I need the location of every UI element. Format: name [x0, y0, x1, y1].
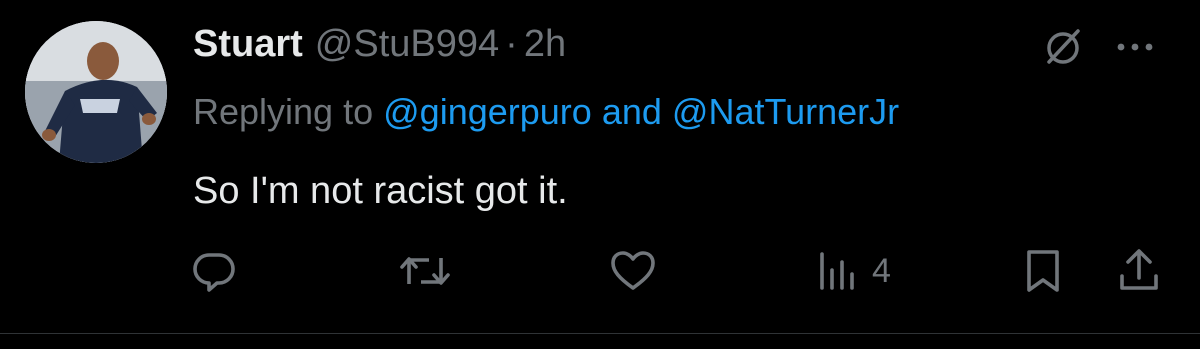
- mention-link[interactable]: @gingerpuro: [383, 91, 592, 132]
- tweet-text: So I'm not racist got it.: [193, 170, 568, 212]
- share-icon: [1114, 246, 1164, 296]
- display-name[interactable]: Stuart: [193, 18, 303, 70]
- separator-dot: ·: [505, 23, 518, 65]
- mention-link[interactable]: @NatTurnerJr: [672, 91, 899, 132]
- replying-prefix: Replying to: [193, 91, 374, 132]
- replying-to-line: Replying to @gingerpuro and @NatTurnerJr: [193, 88, 899, 136]
- more-dots-icon[interactable]: [1086, 24, 1158, 70]
- bookmark-icon: [1020, 246, 1066, 296]
- tweet-card[interactable]: Stuart @StuB994 · 2h Replying to @ginger…: [0, 0, 1200, 333]
- retweet-icon: [397, 246, 453, 296]
- tweet-header: Stuart @StuB994 · 2h: [193, 18, 566, 70]
- bookmark-button[interactable]: [1020, 244, 1066, 298]
- views-button[interactable]: 4: [812, 244, 891, 298]
- views-count: 4: [872, 252, 891, 290]
- tweet-divider: [0, 333, 1200, 334]
- share-button[interactable]: [1114, 244, 1164, 298]
- grok-slash-icon[interactable]: [1040, 24, 1086, 70]
- retweet-button[interactable]: [397, 244, 453, 298]
- timestamp[interactable]: 2h: [524, 18, 566, 70]
- tweet-actions: 4: [0, 244, 1200, 298]
- avatar[interactable]: [25, 21, 167, 163]
- tweet-top-actions: [1040, 24, 1158, 70]
- replying-and[interactable]: and: [602, 91, 662, 132]
- like-button[interactable]: [607, 244, 659, 298]
- like-icon: [607, 246, 659, 296]
- reply-icon: [189, 246, 239, 296]
- views-icon: [812, 246, 862, 296]
- user-handle[interactable]: @StuB994: [315, 18, 499, 70]
- reply-button[interactable]: [189, 244, 239, 298]
